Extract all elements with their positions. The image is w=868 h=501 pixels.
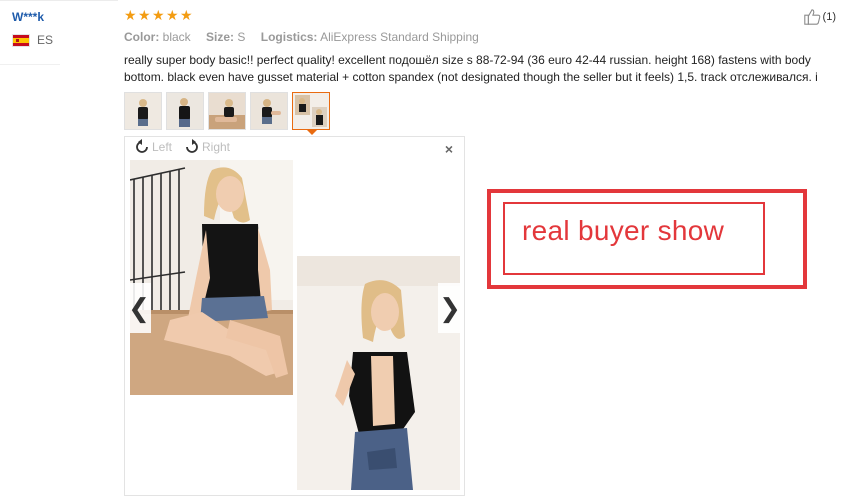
photo-thumbnail[interactable] — [250, 92, 288, 130]
helpful-count: (1) — [822, 11, 836, 23]
country-code: ES — [37, 33, 54, 47]
divider — [0, 64, 60, 65]
rotate-left-button[interactable]: Left — [134, 139, 172, 155]
helpful-button[interactable]: (1) — [803, 8, 836, 26]
reviewer-name[interactable]: W***k — [12, 10, 44, 24]
previous-photo-button[interactable]: ❮ — [127, 283, 151, 333]
photo-thumbnail[interactable] — [208, 92, 246, 130]
close-icon[interactable]: × — [445, 141, 453, 157]
logistics-label: Logistics: — [260, 30, 318, 44]
color-label: Color: — [124, 30, 160, 44]
reviewer-column: W***k ES — [0, 0, 118, 501]
rotate-right-icon — [186, 139, 198, 153]
photo-thumbnail-active[interactable] — [292, 92, 330, 130]
callout-text: real buyer show — [522, 215, 725, 246]
review-text: really super body basic!! perfect qualit… — [124, 53, 818, 84]
photo-thumbnail[interactable] — [166, 92, 204, 130]
rotate-left-icon — [136, 139, 148, 153]
star-icon: ★ — [152, 7, 165, 23]
rotate-right-label: Right — [202, 140, 231, 154]
star-icon: ★ — [138, 7, 151, 23]
review-photo-back — [297, 256, 460, 490]
size-value: S — [237, 30, 246, 44]
divider — [0, 0, 118, 1]
thumbs-up-icon[interactable] — [803, 8, 821, 26]
logistics-value: AliExpress Standard Shipping — [320, 30, 479, 44]
photo-thumbnails — [124, 92, 330, 130]
star-icon: ★ — [180, 7, 193, 23]
rotate-left-label: Left — [152, 140, 173, 154]
active-thumbnail-caret — [306, 129, 318, 135]
next-photo-button[interactable]: ❯ — [438, 283, 462, 333]
color-value: black — [162, 30, 191, 44]
size-label: Size: — [206, 30, 235, 44]
photo-thumbnail[interactable] — [124, 92, 162, 130]
star-icon: ★ — [124, 7, 137, 23]
review-photo-seated — [130, 160, 293, 395]
rating-stars: ★ ★ ★ ★ ★ — [124, 7, 193, 23]
reviewer-country: ES — [12, 33, 53, 47]
order-meta: Color: black Size: S Logistics: AliExpre… — [124, 30, 479, 44]
star-icon: ★ — [166, 7, 179, 23]
spain-flag-icon — [12, 33, 30, 47]
photo-viewer: Left Right × ❮ ❯ — [124, 136, 465, 496]
rotate-right-button[interactable]: Right — [184, 139, 230, 155]
